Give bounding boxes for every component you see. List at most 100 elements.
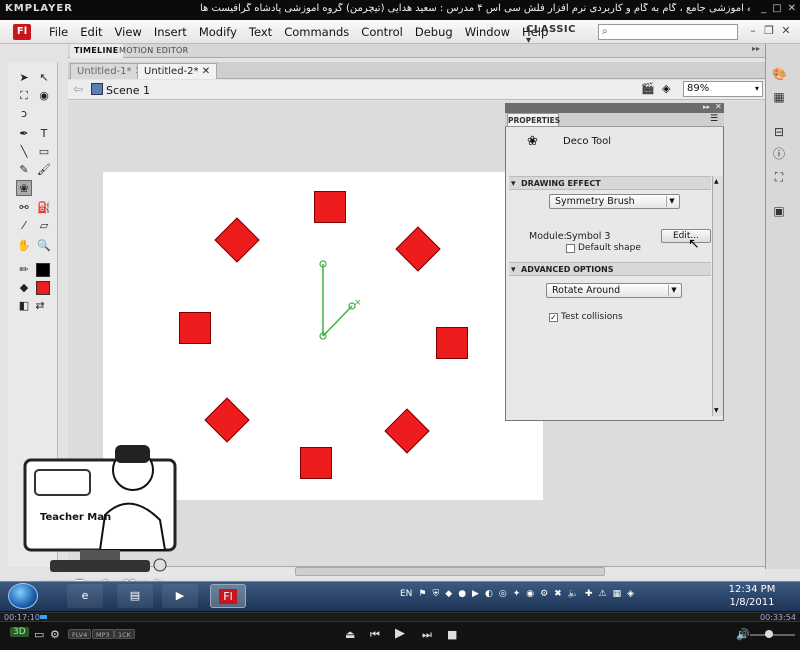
tray-play-icon[interactable]: ▶ [472,589,479,599]
paint-bucket-icon[interactable]: ⛽ [36,200,52,216]
taskbar-clock[interactable]: 12:34 PM 1/8/2011 [727,583,777,609]
edit-scene-icon[interactable]: 🎬 [641,82,655,95]
eraser-icon[interactable]: ▱ [36,218,52,234]
pen-icon[interactable]: ✒ [16,126,32,142]
rectangle-tool-icon[interactable]: ▭ [36,144,52,160]
symmetry-guide[interactable]: × [300,250,380,350]
volume-icon[interactable]: 🔊 [736,628,750,641]
minimize-icon[interactable]: _ [761,3,766,14]
menu-debug[interactable]: Debug [409,25,459,39]
section-drawing-effect[interactable]: DRAWING EFFECT [509,176,711,191]
tray-app-icon[interactable]: ✚ [585,589,593,599]
stop-icon[interactable]: ■ [447,628,457,641]
eject-icon[interactable]: ⏏ [345,628,355,641]
menu-modify[interactable]: Modify [193,25,243,39]
document-tab-2[interactable]: Untitled-2* ✕ [137,63,218,79]
settings-icon[interactable]: ⚙ [50,628,60,641]
close-icon[interactable]: ✕ [788,3,796,14]
close-icon[interactable]: ✕ [202,66,210,77]
edit-symbols-icon[interactable]: ◈ [662,82,670,95]
tray-network-icon[interactable]: ▦ [613,589,622,599]
zoom-tool-icon[interactable]: 🔍 [36,238,52,254]
free-transform-icon[interactable]: ⛶ [16,88,32,104]
color-panel-icon[interactable]: 🎨 [772,67,787,81]
stroke-color-swatch[interactable] [36,263,50,277]
menu-text[interactable]: Text [243,25,278,39]
swap-colors-icon[interactable]: ⇄ [32,298,48,314]
scene-label[interactable]: Scene 1 [106,84,150,97]
black-white-icon[interactable]: ◧ [16,298,32,314]
info-panel-icon[interactable]: ⓘ [772,147,786,161]
menu-view[interactable]: View [109,25,148,39]
tray-app-icon[interactable]: ● [458,589,466,599]
properties-scrollbar[interactable] [712,176,723,416]
fill-color-swatch[interactable] [36,281,50,295]
minimize-icon[interactable]: – [746,24,760,38]
symbol-instance[interactable] [300,447,332,479]
ie-taskbar-icon[interactable]: e [67,584,103,608]
next-icon[interactable]: ⏭ [422,628,432,642]
tray-app-icon[interactable]: ⚙ [540,589,548,599]
tray-flag-icon[interactable]: ⚑ [418,589,426,599]
tab-motion-editor[interactable]: MOTION EDITOR [115,44,193,58]
tray-app-icon[interactable]: ✖ [554,589,562,599]
seek-bar[interactable] [0,612,800,622]
menu-insert[interactable]: Insert [148,25,193,39]
deco-tool-icon[interactable]: ❀ [16,180,32,196]
tray-app-icon[interactable]: ◎ [499,589,507,599]
menu-edit[interactable]: Edit [74,25,108,39]
panel-collapse-icon[interactable]: ▸▸ [752,44,760,53]
default-shape-checkbox[interactable] [566,244,575,253]
flash-taskbar-button[interactable]: Fl [210,584,246,608]
search-input[interactable]: ⌕ [598,24,738,40]
3d-rotation-icon[interactable]: ◉ [36,88,52,104]
scroll-down-icon[interactable]: ▼ [714,407,719,414]
panel-menu-icon[interactable]: ☰ [710,114,718,124]
back-arrow-icon[interactable]: ⇦ [73,82,83,96]
brush-icon[interactable]: 🖌 [36,162,52,178]
library-panel-icon[interactable]: ▣ [772,204,786,218]
explorer-taskbar-icon[interactable]: ▤ [117,584,153,608]
menu-control[interactable]: Control [355,25,409,39]
tray-app-icon[interactable]: ◉ [526,589,534,599]
menu-file[interactable]: File [43,25,74,39]
play-icon[interactable]: ▶ [395,626,405,641]
advanced-option-dropdown[interactable]: Rotate Around ▼ [546,283,682,298]
close-icon[interactable]: ✕ [715,102,722,111]
workspace-switcher[interactable]: CLASSIC ▾ [526,24,584,46]
selection-tool-icon[interactable]: ➤ [16,70,32,86]
swatches-panel-icon[interactable]: ▦ [772,90,786,104]
maximize-icon[interactable]: □ [772,3,781,14]
bone-tool-icon[interactable]: ⚯ [16,200,32,216]
volume-knob[interactable] [765,630,773,638]
symbol-instance[interactable] [179,312,211,344]
test-collisions-checkbox[interactable]: ✓ [549,313,558,322]
close-icon[interactable]: ✕ [779,24,793,38]
tray-volume-icon[interactable]: 🔈 [568,589,579,599]
line-tool-icon[interactable]: ╲ [16,144,32,160]
symbol-instance[interactable] [436,327,468,359]
subtitle-icon[interactable]: ▭ [34,628,44,641]
edit-button[interactable]: Edit... [661,229,711,243]
tray-app-icon[interactable]: ◆ [445,589,452,599]
restore-icon[interactable]: ❐ [762,24,776,38]
eyedropper-icon[interactable]: ⁄ [16,218,32,234]
menu-window[interactable]: Window [459,25,516,39]
lasso-icon[interactable]: ↄ [16,106,32,122]
drawing-effect-dropdown[interactable]: Symmetry Brush ▼ [549,194,680,209]
panel-collapse-icon[interactable]: ▸▸ [703,103,710,111]
start-button[interactable] [8,583,38,609]
media-taskbar-icon[interactable]: ▶ [162,584,198,608]
section-advanced-options[interactable]: ADVANCED OPTIONS [509,262,711,277]
tab-properties[interactable]: PROPERTIES [507,113,560,126]
tray-shield-icon[interactable]: ⛨ [433,589,440,599]
scroll-thumb[interactable] [295,567,605,576]
tray-app-icon[interactable]: ⚠ [598,589,606,599]
language-indicator[interactable]: EN [400,589,412,599]
text-tool-icon[interactable]: T [36,126,52,142]
menu-commands[interactable]: Commands [278,25,355,39]
symbol-instance[interactable] [314,191,346,223]
tray-app-icon[interactable]: ✦ [513,589,521,599]
subselection-tool-icon[interactable]: ↖ [36,70,52,86]
previous-icon[interactable]: ⏮ [370,628,380,642]
